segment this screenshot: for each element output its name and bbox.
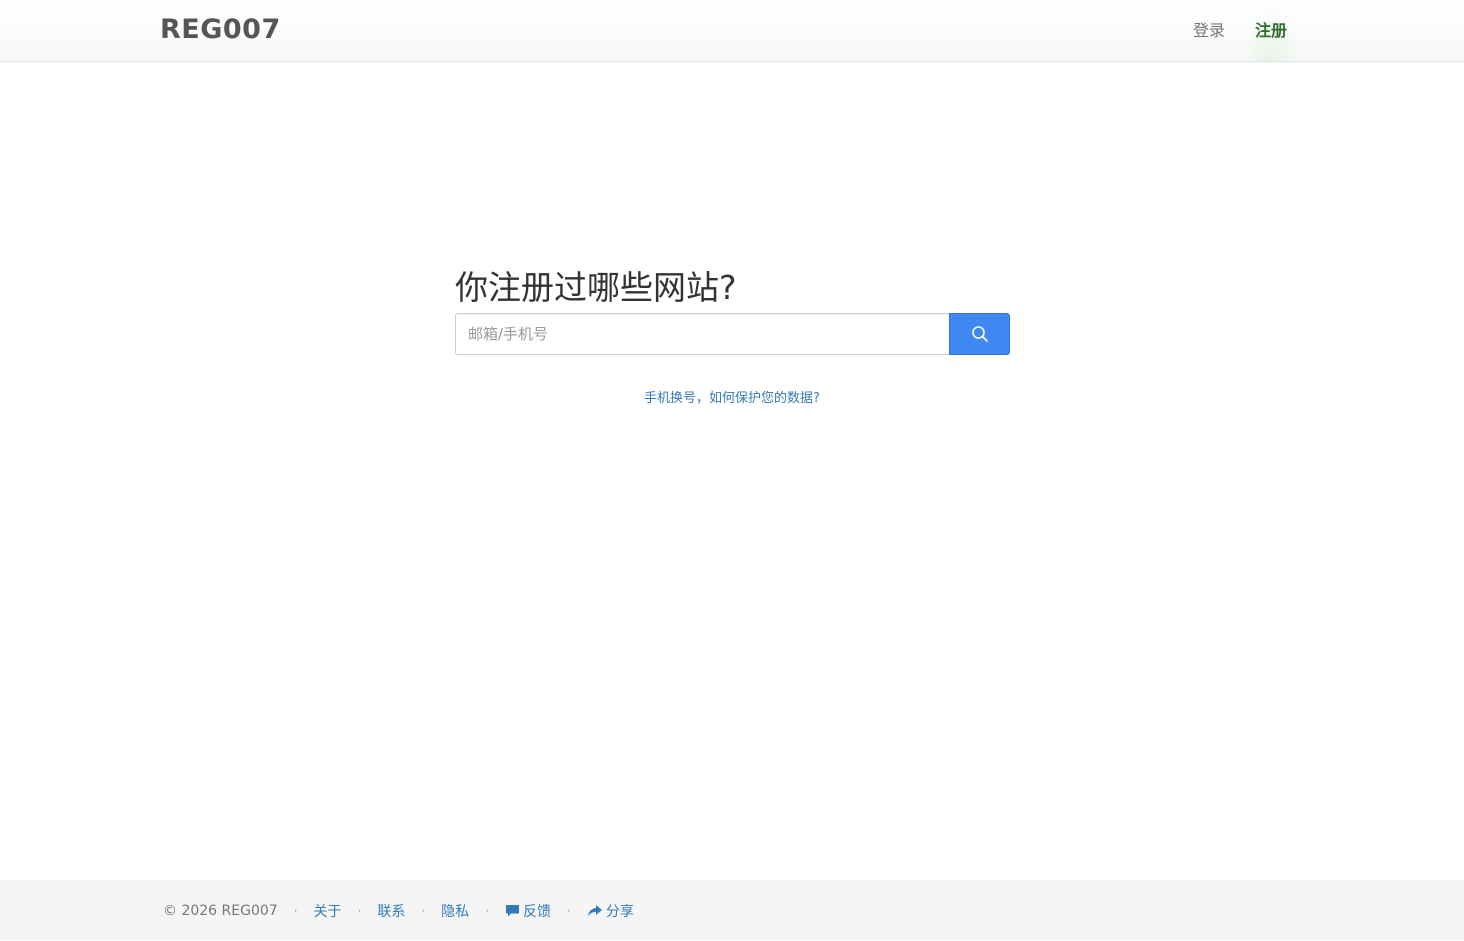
data-protection-help-link[interactable]: 手机换号，如何保护您的数据?: [0, 387, 1464, 406]
search-button[interactable]: [949, 313, 1010, 355]
footer-privacy-link[interactable]: 隐私: [441, 901, 469, 921]
search-bar: [455, 313, 1010, 355]
footer-feedback-label: 反馈: [523, 904, 551, 920]
search-icon: [971, 325, 989, 343]
search-input[interactable]: [455, 313, 949, 355]
footer-separator: ·: [293, 904, 298, 918]
copyright-text: © 2026 REG007: [163, 903, 278, 919]
comment-icon: [505, 904, 520, 918]
footer-contact-label: 联系: [377, 904, 406, 920]
footer-contact-link[interactable]: 联系: [377, 901, 405, 921]
share-icon: [587, 904, 603, 918]
nav-login-link[interactable]: 登录: [1178, 0, 1240, 62]
footer-share-label: 分享: [605, 904, 634, 920]
page-headline: 你注册过哪些网站?: [455, 268, 737, 307]
brand-logo[interactable]: REG007: [160, 14, 281, 45]
footer-links: © 2026 REG007 · 关于 · 联系 · 隐私 · 反馈 · 分享: [163, 881, 634, 941]
footer-about-label: 关于: [313, 904, 342, 920]
footer-feedback-link[interactable]: 反馈: [505, 901, 551, 921]
nav-register-link[interactable]: 注册: [1239, 0, 1302, 62]
footer-about-link[interactable]: 关于: [314, 901, 342, 921]
footer-separator: ·: [421, 904, 426, 918]
footer-separator: ·: [567, 904, 571, 918]
search-section: 你注册过哪些网站?: [455, 264, 1010, 355]
footer: © 2026 REG007 · 关于 · 联系 · 隐私 · 反馈 · 分享: [0, 880, 1464, 940]
footer-separator: ·: [485, 904, 489, 918]
footer-privacy-label: 隐私: [441, 904, 470, 920]
footer-separator: ·: [357, 904, 362, 918]
top-navbar: REG007 登录 注册: [0, 0, 1464, 62]
nav-links: 登录 注册: [1178, 0, 1302, 62]
footer-share-link[interactable]: 分享: [587, 901, 634, 921]
